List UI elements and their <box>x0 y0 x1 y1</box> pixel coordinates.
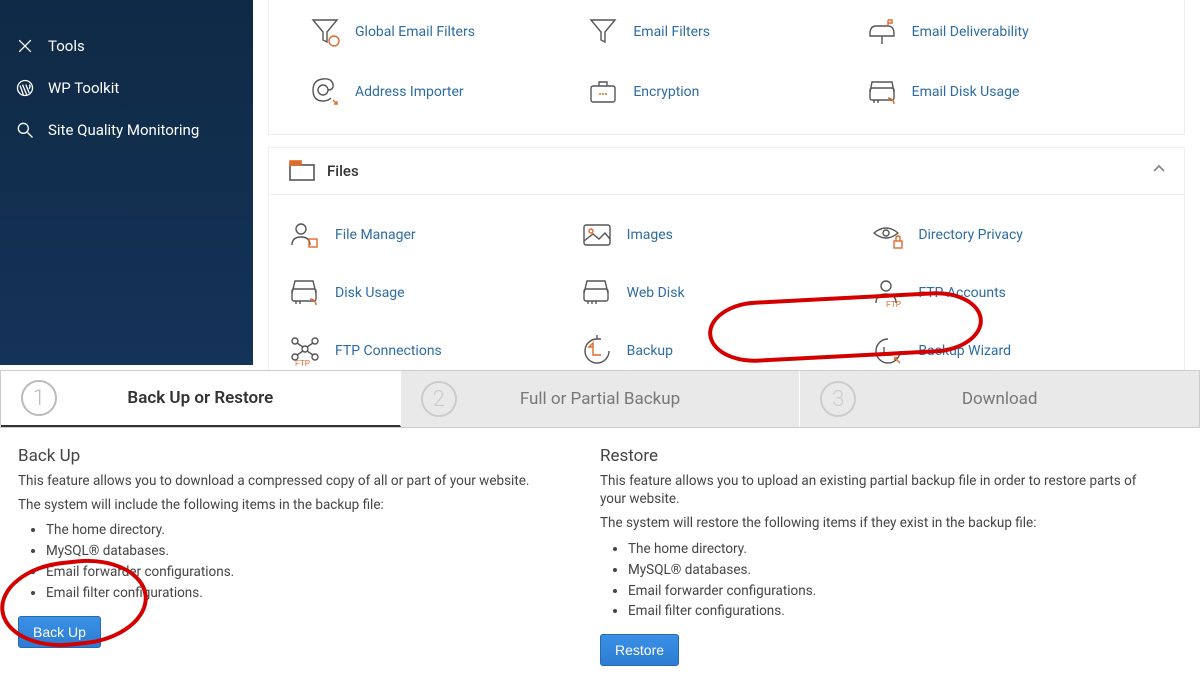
svg-text:FTP: FTP <box>886 300 901 309</box>
eye-lock-icon <box>872 219 904 251</box>
disk-icon <box>289 277 321 309</box>
step-number: 3 <box>820 381 856 417</box>
wordpress-icon <box>14 77 36 99</box>
mailbox-icon <box>866 16 898 48</box>
item-label: Encryption <box>633 84 699 100</box>
backup-desc: This feature allows you to download a co… <box>18 472 570 490</box>
disk-usage-icon <box>866 76 898 108</box>
image-icon <box>581 219 613 251</box>
item-label: Global Email Filters <box>355 24 475 40</box>
restore-button[interactable]: Restore <box>600 634 679 666</box>
backup-wizard-icon <box>872 335 904 367</box>
item-label: Email Disk Usage <box>912 84 1020 100</box>
backup-items: The home directory. MySQL® databases. Em… <box>46 520 570 604</box>
list-item: The home directory. <box>46 520 570 541</box>
sidebar-item-label: WP Toolkit <box>48 79 119 97</box>
restore-items: The home directory. MySQL® databases. Em… <box>628 539 1152 623</box>
ftp-user-icon: FTP <box>872 277 904 309</box>
item-label: Backup Wizard <box>918 343 1011 359</box>
item-label: Web Disk <box>627 285 685 301</box>
item-address-importer[interactable]: Address Importer <box>309 76 587 108</box>
sidebar: Tools WP Toolkit Site Quality Monitoring <box>0 0 253 365</box>
item-backup-wizard[interactable]: Backup Wizard <box>872 335 1164 367</box>
item-label: Email Deliverability <box>912 24 1029 40</box>
item-backup[interactable]: Backup <box>581 335 873 367</box>
item-label: Images <box>627 227 673 243</box>
item-ftp-connections[interactable]: FTP FTP Connections <box>289 335 581 367</box>
section-email: Global Email Filters Email Filters <box>268 0 1185 135</box>
user-file-icon <box>289 219 321 251</box>
backup-note: The system will include the following it… <box>18 496 570 514</box>
web-disk-icon <box>581 277 613 309</box>
backup-button[interactable]: Back Up <box>18 616 101 648</box>
item-email-disk-usage[interactable]: Email Disk Usage <box>866 76 1144 108</box>
item-global-email-filters[interactable]: Global Email Filters <box>309 16 587 48</box>
item-file-manager[interactable]: File Manager <box>289 219 581 251</box>
list-item: The home directory. <box>628 539 1152 560</box>
wizard-step-2[interactable]: 2 Full or Partial Backup <box>401 371 801 427</box>
item-web-disk[interactable]: Web Disk <box>581 277 873 309</box>
item-label: File Manager <box>335 227 416 243</box>
main-content: Global Email Filters Email Filters <box>253 0 1200 400</box>
funnel-globe-icon <box>309 16 341 48</box>
list-item: Email forwarder configurations. <box>628 581 1152 602</box>
item-disk-usage[interactable]: Disk Usage <box>289 277 581 309</box>
restore-column: Restore This feature allows you to uploa… <box>600 446 1182 666</box>
section-files: Files File Manager <box>268 147 1185 388</box>
section-files-header[interactable]: Files <box>269 148 1184 195</box>
backup-icon <box>581 335 613 367</box>
backup-column: Back Up This feature allows you to downl… <box>18 446 600 666</box>
at-import-icon <box>309 76 341 108</box>
list-item: MySQL® databases. <box>46 541 570 562</box>
tools-icon <box>14 35 36 57</box>
item-images[interactable]: Images <box>581 219 873 251</box>
files-items-grid: File Manager Images <box>269 195 1184 387</box>
magnifier-icon <box>14 119 36 141</box>
sidebar-item-tools[interactable]: Tools <box>0 25 253 67</box>
item-label: Backup <box>627 343 673 359</box>
restore-desc: This feature allows you to upload an exi… <box>600 472 1152 508</box>
list-item: Email filter configurations. <box>628 601 1152 622</box>
sidebar-item-label: Site Quality Monitoring <box>48 121 199 139</box>
section-title: Files <box>327 162 359 180</box>
wizard-step-3[interactable]: 3 Download <box>800 371 1199 427</box>
item-label: Address Importer <box>355 84 464 100</box>
list-item: Email forwarder configurations. <box>46 562 570 583</box>
list-item: MySQL® databases. <box>628 560 1152 581</box>
backup-title: Back Up <box>18 446 570 466</box>
item-directory-privacy[interactable]: Directory Privacy <box>872 219 1164 251</box>
step-number: 2 <box>421 381 457 417</box>
item-label: Disk Usage <box>335 285 405 301</box>
chevron-up-icon <box>1152 162 1166 176</box>
item-encryption[interactable]: Encryption <box>587 76 865 108</box>
restore-note: The system will restore the following it… <box>600 514 1152 532</box>
email-items-grid: Global Email Filters Email Filters <box>289 4 1164 120</box>
item-email-deliverability[interactable]: Email Deliverability <box>866 16 1144 48</box>
item-label: Email Filters <box>633 24 710 40</box>
svg-text:FTP: FTP <box>295 359 310 367</box>
list-item: Email filter configurations. <box>46 583 570 604</box>
funnel-icon <box>587 16 619 48</box>
item-label: FTP Connections <box>335 343 442 359</box>
sidebar-item-wp-toolkit[interactable]: WP Toolkit <box>0 67 253 109</box>
briefcase-icon <box>587 76 619 108</box>
folder-icon <box>289 160 315 182</box>
step-label: Download <box>962 389 1038 409</box>
backup-restore-panel: Back Up This feature allows you to downl… <box>0 436 1200 676</box>
sidebar-item-site-quality[interactable]: Site Quality Monitoring <box>0 109 253 151</box>
item-email-filters[interactable]: Email Filters <box>587 16 865 48</box>
item-label: FTP Accounts <box>918 285 1006 301</box>
sidebar-item-label: Tools <box>48 37 85 55</box>
ftp-connections-icon: FTP <box>289 335 321 367</box>
wizard-steps: 1 Back Up or Restore 2 Full or Partial B… <box>0 370 1200 428</box>
step-label: Back Up or Restore <box>127 388 273 408</box>
restore-title: Restore <box>600 446 1152 466</box>
item-ftp-accounts[interactable]: FTP FTP Accounts <box>872 277 1164 309</box>
step-number: 1 <box>21 380 57 416</box>
item-label: Directory Privacy <box>918 227 1023 243</box>
wizard-step-1[interactable]: 1 Back Up or Restore <box>1 371 401 427</box>
step-label: Full or Partial Backup <box>520 389 680 409</box>
